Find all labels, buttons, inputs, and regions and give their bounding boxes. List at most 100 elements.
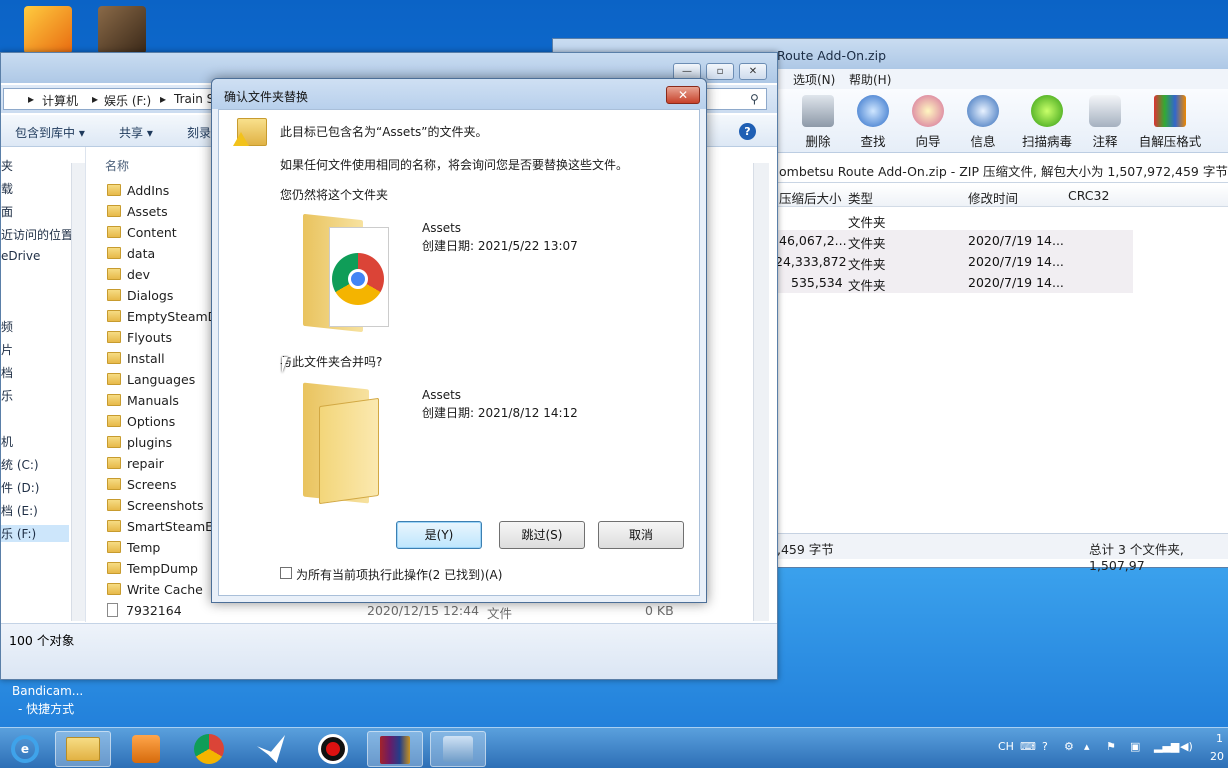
target-folder-icon[interactable] bbox=[299, 382, 409, 506]
archive-row[interactable]: 535,534 文件夹 2020/7/19 14... bbox=[775, 272, 1133, 293]
file-row[interactable]: Screenshots bbox=[107, 498, 203, 519]
file-row[interactable]: TempDump bbox=[107, 561, 198, 582]
menu-options[interactable]: 选项(N) bbox=[793, 71, 835, 88]
breadcrumb-drive[interactable]: 娱乐 (F:) bbox=[104, 92, 151, 109]
file-row[interactable]: Assets bbox=[107, 204, 168, 225]
nav-item[interactable]: 统 (C:) bbox=[1, 456, 39, 473]
ie-taskbar-icon[interactable]: e bbox=[0, 731, 50, 767]
archive-row[interactable]: 24,333,872 文件夹 2020/7/19 14... bbox=[775, 251, 1133, 272]
file-row[interactable]: EmptySteamDe bbox=[107, 309, 225, 330]
apply-all-checkbox[interactable] bbox=[280, 567, 292, 579]
file-row[interactable]: Options bbox=[107, 414, 175, 435]
file-row[interactable]: Install bbox=[107, 351, 165, 372]
clock-line-2[interactable]: 20 bbox=[1210, 750, 1224, 763]
cancel-button[interactable]: 取消 bbox=[598, 521, 684, 549]
close-button[interactable]: ✕ bbox=[739, 63, 767, 80]
file-scrollbar[interactable] bbox=[753, 163, 769, 621]
delete-button[interactable]: 删除 bbox=[789, 93, 847, 150]
flag-icon[interactable]: ⚑ bbox=[1106, 740, 1116, 753]
nav-item[interactable]: 夹 bbox=[1, 157, 13, 174]
file-row[interactable]: Content bbox=[107, 225, 177, 246]
share-button[interactable]: 共享 ▾ bbox=[119, 124, 153, 141]
nav-item[interactable]: 档 bbox=[1, 364, 13, 381]
find-button[interactable]: 查找 bbox=[844, 93, 902, 150]
clock-line-1[interactable]: 1 bbox=[1216, 732, 1223, 745]
file-row[interactable]: Temp bbox=[107, 540, 160, 561]
file-row[interactable]: repair bbox=[107, 456, 164, 477]
volume-icon[interactable]: ◀) bbox=[1180, 740, 1193, 753]
desktop-label-1[interactable]: Bandicam... bbox=[12, 684, 83, 698]
burn-button[interactable]: 刻录 bbox=[187, 124, 211, 141]
col-type[interactable]: 类型 bbox=[848, 188, 873, 207]
search-icon[interactable]: ⚲ bbox=[750, 92, 759, 106]
desktop-app-icon-1[interactable] bbox=[24, 6, 72, 54]
file-name: Assets bbox=[127, 204, 168, 219]
desktop-game-icon-2[interactable] bbox=[98, 6, 146, 54]
file-row[interactable]: Write Cache bbox=[107, 582, 203, 603]
nav-item[interactable]: 机 bbox=[1, 433, 13, 450]
dialog-close-button[interactable]: ✕ bbox=[666, 86, 700, 104]
breadcrumb-computer[interactable]: 计算机 bbox=[42, 92, 78, 109]
language-indicator[interactable]: CH bbox=[998, 740, 1014, 753]
maximize-button[interactable]: ▫ bbox=[706, 63, 734, 80]
nav-item[interactable]: 近访问的位置 bbox=[1, 226, 73, 243]
record-taskbar-icon[interactable] bbox=[305, 731, 361, 767]
bird-app-taskbar-icon[interactable] bbox=[243, 731, 299, 767]
device-tray-icon[interactable]: ▣ bbox=[1130, 740, 1140, 753]
comment-button[interactable]: 注释 bbox=[1076, 93, 1134, 150]
file-row[interactable]: plugins bbox=[107, 435, 172, 456]
column-name[interactable]: 名称 bbox=[105, 157, 129, 174]
nav-item[interactable]: 面 bbox=[1, 203, 13, 220]
nav-item[interactable]: 乐 (F:) bbox=[1, 525, 69, 542]
include-library-button[interactable]: 包含到库中 ▾ bbox=[15, 124, 85, 141]
col-packed[interactable]: 压缩后大小 bbox=[779, 188, 842, 207]
file-row[interactable]: Manuals bbox=[107, 393, 179, 414]
desktop-label-2[interactable]: - 快捷方式 bbox=[18, 700, 74, 717]
file-row[interactable]: Screens bbox=[107, 477, 177, 498]
yes-button[interactable]: 是(Y) bbox=[396, 521, 482, 549]
explorer-taskbar-icon[interactable] bbox=[55, 731, 111, 767]
winrar-taskbar-icon[interactable] bbox=[367, 731, 423, 767]
file-row[interactable]: data bbox=[107, 246, 155, 267]
network-signal-icon[interactable]: ▂▄▆ bbox=[1154, 740, 1179, 753]
file-row[interactable]: Flyouts bbox=[107, 330, 172, 351]
help-tray-icon[interactable]: ? bbox=[1042, 740, 1048, 753]
settings-tray-icon[interactable]: ⚙ bbox=[1064, 740, 1074, 753]
file-row[interactable]: 7932164 2020/12/15 12:44 文件 0 KB bbox=[107, 603, 674, 624]
nav-item[interactable]: 频 bbox=[1, 318, 13, 335]
file-name: Screenshots bbox=[127, 498, 204, 513]
help-icon[interactable]: ? bbox=[739, 123, 756, 140]
breadcrumb-folder[interactable]: Train S bbox=[174, 92, 214, 106]
col-modified[interactable]: 修改时间 bbox=[968, 188, 1018, 207]
warning-icon bbox=[233, 132, 249, 146]
archive-row[interactable]: 文件夹 bbox=[775, 209, 1133, 230]
virus-scan-button[interactable]: 扫描病毒 bbox=[1019, 93, 1075, 150]
nav-item[interactable]: 档 (E:) bbox=[1, 502, 38, 519]
file-row[interactable]: Languages bbox=[107, 372, 195, 393]
file-row[interactable]: Dialogs bbox=[107, 288, 173, 309]
nav-item[interactable]: 载 bbox=[1, 180, 13, 197]
nav-item[interactable]: 乐 bbox=[1, 387, 13, 404]
nav-item[interactable]: eDrive bbox=[1, 249, 40, 263]
col-crc[interactable]: CRC32 bbox=[1068, 188, 1109, 203]
media-player-taskbar-icon[interactable] bbox=[118, 731, 174, 767]
skip-button[interactable]: 跳过(S) bbox=[499, 521, 585, 549]
network-app-taskbar-icon[interactable] bbox=[430, 731, 486, 767]
source-folder-chrome-icon[interactable] bbox=[299, 213, 395, 337]
archive-row[interactable]: 46,067,2... 文件夹 2020/7/19 14... bbox=[775, 230, 1133, 251]
show-hidden-icons[interactable]: ▴ bbox=[1084, 740, 1090, 753]
file-row[interactable]: AddIns bbox=[107, 183, 169, 204]
nav-item[interactable]: 片 bbox=[1, 341, 13, 358]
chrome-taskbar-icon[interactable] bbox=[181, 731, 237, 767]
file-row[interactable]: dev bbox=[107, 267, 150, 288]
sfx-button[interactable]: 自解压格式 bbox=[1135, 93, 1205, 150]
info-button[interactable]: 信息 bbox=[954, 93, 1012, 150]
wizard-button[interactable]: 向导 bbox=[899, 93, 957, 150]
keyboard-icon[interactable]: ⌨ bbox=[1020, 740, 1036, 753]
dialog-titlebar[interactable]: 确认文件夹替换 ✕ bbox=[212, 79, 706, 109]
nav-item[interactable]: 件 (D:) bbox=[1, 479, 39, 496]
menu-help[interactable]: 帮助(H) bbox=[849, 71, 891, 88]
apply-all-label[interactable]: 为所有当前项执行此操作(2 已找到)(A) bbox=[296, 566, 502, 583]
nav-scrollbar[interactable] bbox=[71, 163, 85, 621]
file-row[interactable]: SmartSteamEm bbox=[107, 519, 225, 540]
